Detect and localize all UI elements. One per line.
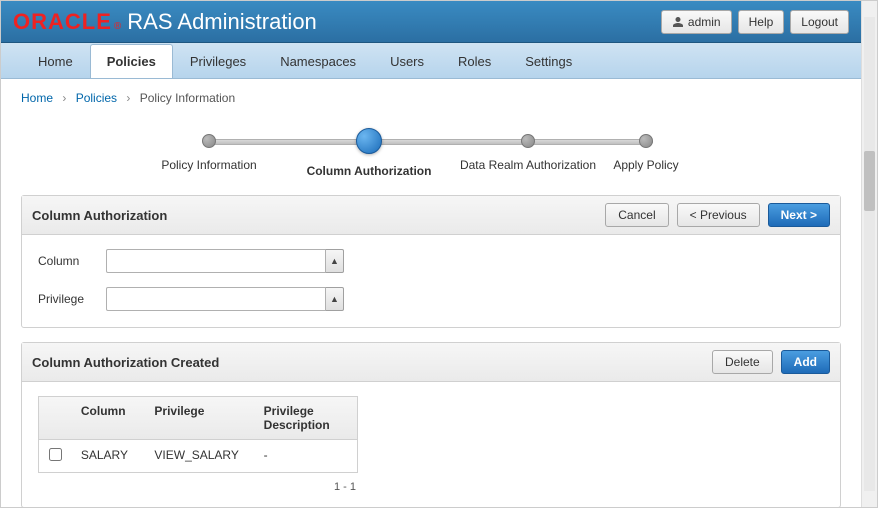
chevron-up-icon: ▲ [330, 256, 339, 266]
breadcrumb-sep: › [62, 91, 66, 105]
panel-column-auth-form: Column Authorization Cancel < Previous N… [21, 195, 841, 328]
wizard-dot [639, 134, 653, 148]
column-field-label: Column [38, 254, 106, 268]
table-range: 1 - 1 [38, 477, 358, 493]
tab-home[interactable]: Home [21, 44, 90, 78]
tab-privileges[interactable]: Privileges [173, 44, 263, 78]
delete-button[interactable]: Delete [712, 350, 773, 374]
tab-roles[interactable]: Roles [441, 44, 508, 78]
breadcrumb-policies[interactable]: Policies [76, 91, 117, 105]
cell-column: SALARY [73, 440, 147, 472]
chevron-up-icon: ▲ [330, 294, 339, 304]
scrollbar-thumb[interactable] [864, 151, 875, 211]
table-header-column: Column [73, 397, 147, 439]
wizard-dot [521, 134, 535, 148]
privilege-field-label: Privilege [38, 292, 106, 306]
wizard-step-apply: Apply Policy [601, 129, 691, 172]
column-dropdown-button[interactable]: ▲ [326, 249, 344, 273]
panel-title: Column Authorization [32, 208, 167, 223]
app-header: ORACLE ® RAS Administration admin Help L… [1, 1, 861, 43]
panel-title: Column Authorization Created [32, 355, 219, 370]
wizard-step-label: Policy Information [149, 158, 269, 172]
logout-button[interactable]: Logout [790, 10, 849, 34]
tab-namespaces[interactable]: Namespaces [263, 44, 373, 78]
wizard-step-policy-info: Policy Information [149, 129, 269, 172]
table-header-select [39, 397, 73, 439]
wizard-steps: Policy Information Column Authorization … [1, 111, 861, 181]
user-icon [672, 16, 684, 28]
wizard-step-data-realm: Data Realm Authorization [443, 129, 613, 172]
privilege-dropdown-button[interactable]: ▲ [326, 287, 344, 311]
panel-column-auth-created: Column Authorization Created Delete Add … [21, 342, 841, 507]
auth-table: Column Privilege Privilege Description S… [38, 396, 358, 473]
breadcrumb-home[interactable]: Home [21, 91, 53, 105]
app-title: RAS Administration [127, 9, 317, 35]
breadcrumb-current: Policy Information [140, 91, 235, 105]
main-tab-bar: Home Policies Privileges Namespaces User… [1, 43, 861, 79]
user-label: admin [688, 15, 721, 29]
wizard-step-label: Column Authorization [299, 164, 439, 178]
previous-button[interactable]: < Previous [677, 203, 760, 227]
wizard-dot [202, 134, 216, 148]
cancel-button[interactable]: Cancel [605, 203, 668, 227]
tab-settings[interactable]: Settings [508, 44, 589, 78]
wizard-dot [356, 128, 382, 154]
page-scrollbar[interactable] [861, 1, 877, 507]
brand-oracle: ORACLE [13, 9, 112, 35]
wizard-step-label: Data Realm Authorization [443, 158, 613, 172]
row-checkbox[interactable] [49, 448, 62, 461]
user-menu-button[interactable]: admin [661, 10, 732, 34]
cell-privilege: VIEW_SALARY [146, 440, 255, 472]
wizard-step-column-auth: Column Authorization [299, 129, 439, 178]
breadcrumb-sep: › [126, 91, 130, 105]
cell-description: - [256, 440, 357, 472]
help-button[interactable]: Help [738, 10, 785, 34]
table-header-privilege: Privilege [146, 397, 255, 439]
brand-registered: ® [114, 21, 121, 32]
tab-policies[interactable]: Policies [90, 44, 173, 78]
table-row: SALARY VIEW_SALARY - [39, 440, 357, 472]
add-button[interactable]: Add [781, 350, 830, 374]
brand-logo: ORACLE ® RAS Administration [13, 9, 317, 35]
wizard-step-label: Apply Policy [601, 158, 691, 172]
privilege-input[interactable] [106, 287, 326, 311]
table-header-description: Privilege Description [256, 397, 357, 439]
tab-users[interactable]: Users [373, 44, 441, 78]
breadcrumb: Home › Policies › Policy Information [1, 79, 861, 111]
column-input[interactable] [106, 249, 326, 273]
next-button[interactable]: Next > [768, 203, 830, 227]
